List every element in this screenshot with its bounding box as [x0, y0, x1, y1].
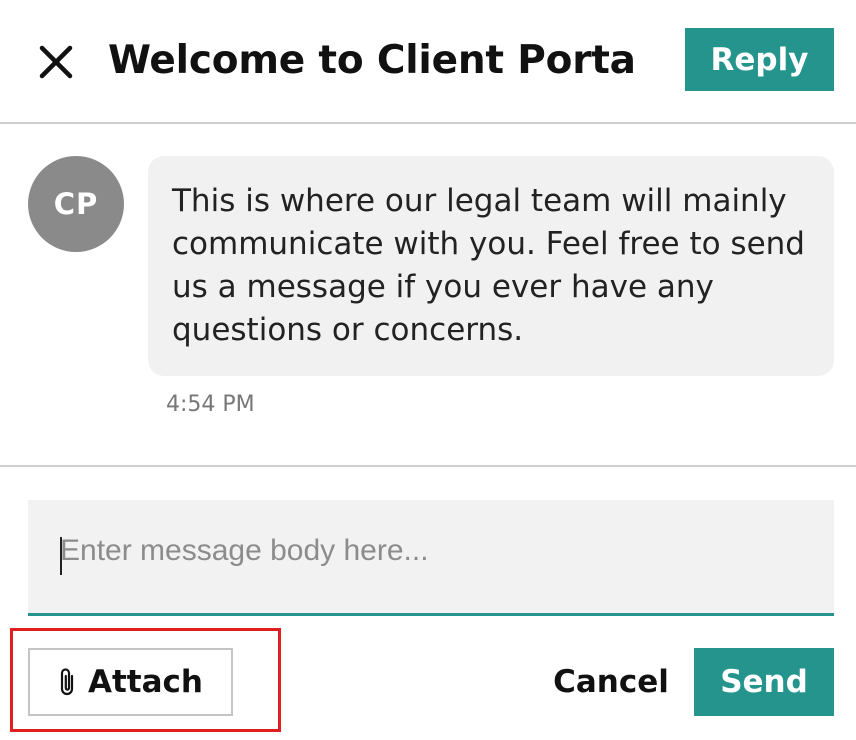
message-timestamp: 4:54 PM: [166, 392, 255, 417]
message-body-input[interactable]: [28, 500, 834, 613]
message-bubble: This is where our legal team will mainly…: [148, 156, 834, 376]
text-cursor: [60, 537, 62, 575]
thread-header: Welcome to Client Portal ... Reply: [0, 0, 856, 123]
close-button[interactable]: [34, 42, 78, 82]
thread-title: Welcome to Client Portal ...: [108, 38, 638, 83]
cancel-button[interactable]: Cancel: [552, 648, 670, 716]
thread-divider: [0, 465, 856, 467]
close-icon: [39, 45, 73, 79]
avatar: CP: [28, 156, 124, 252]
attach-label: Attach: [88, 664, 203, 700]
message-body: This is where our legal team will mainly…: [172, 183, 805, 348]
attach-button[interactable]: Attach: [28, 648, 233, 716]
compose-box: [28, 500, 834, 616]
message-thread-panel: Welcome to Client Portal ... Reply CP Th…: [0, 0, 856, 740]
header-divider: [0, 122, 856, 124]
reply-button[interactable]: Reply: [685, 28, 834, 91]
paperclip-icon: [60, 668, 74, 696]
send-button[interactable]: Send: [694, 648, 834, 716]
